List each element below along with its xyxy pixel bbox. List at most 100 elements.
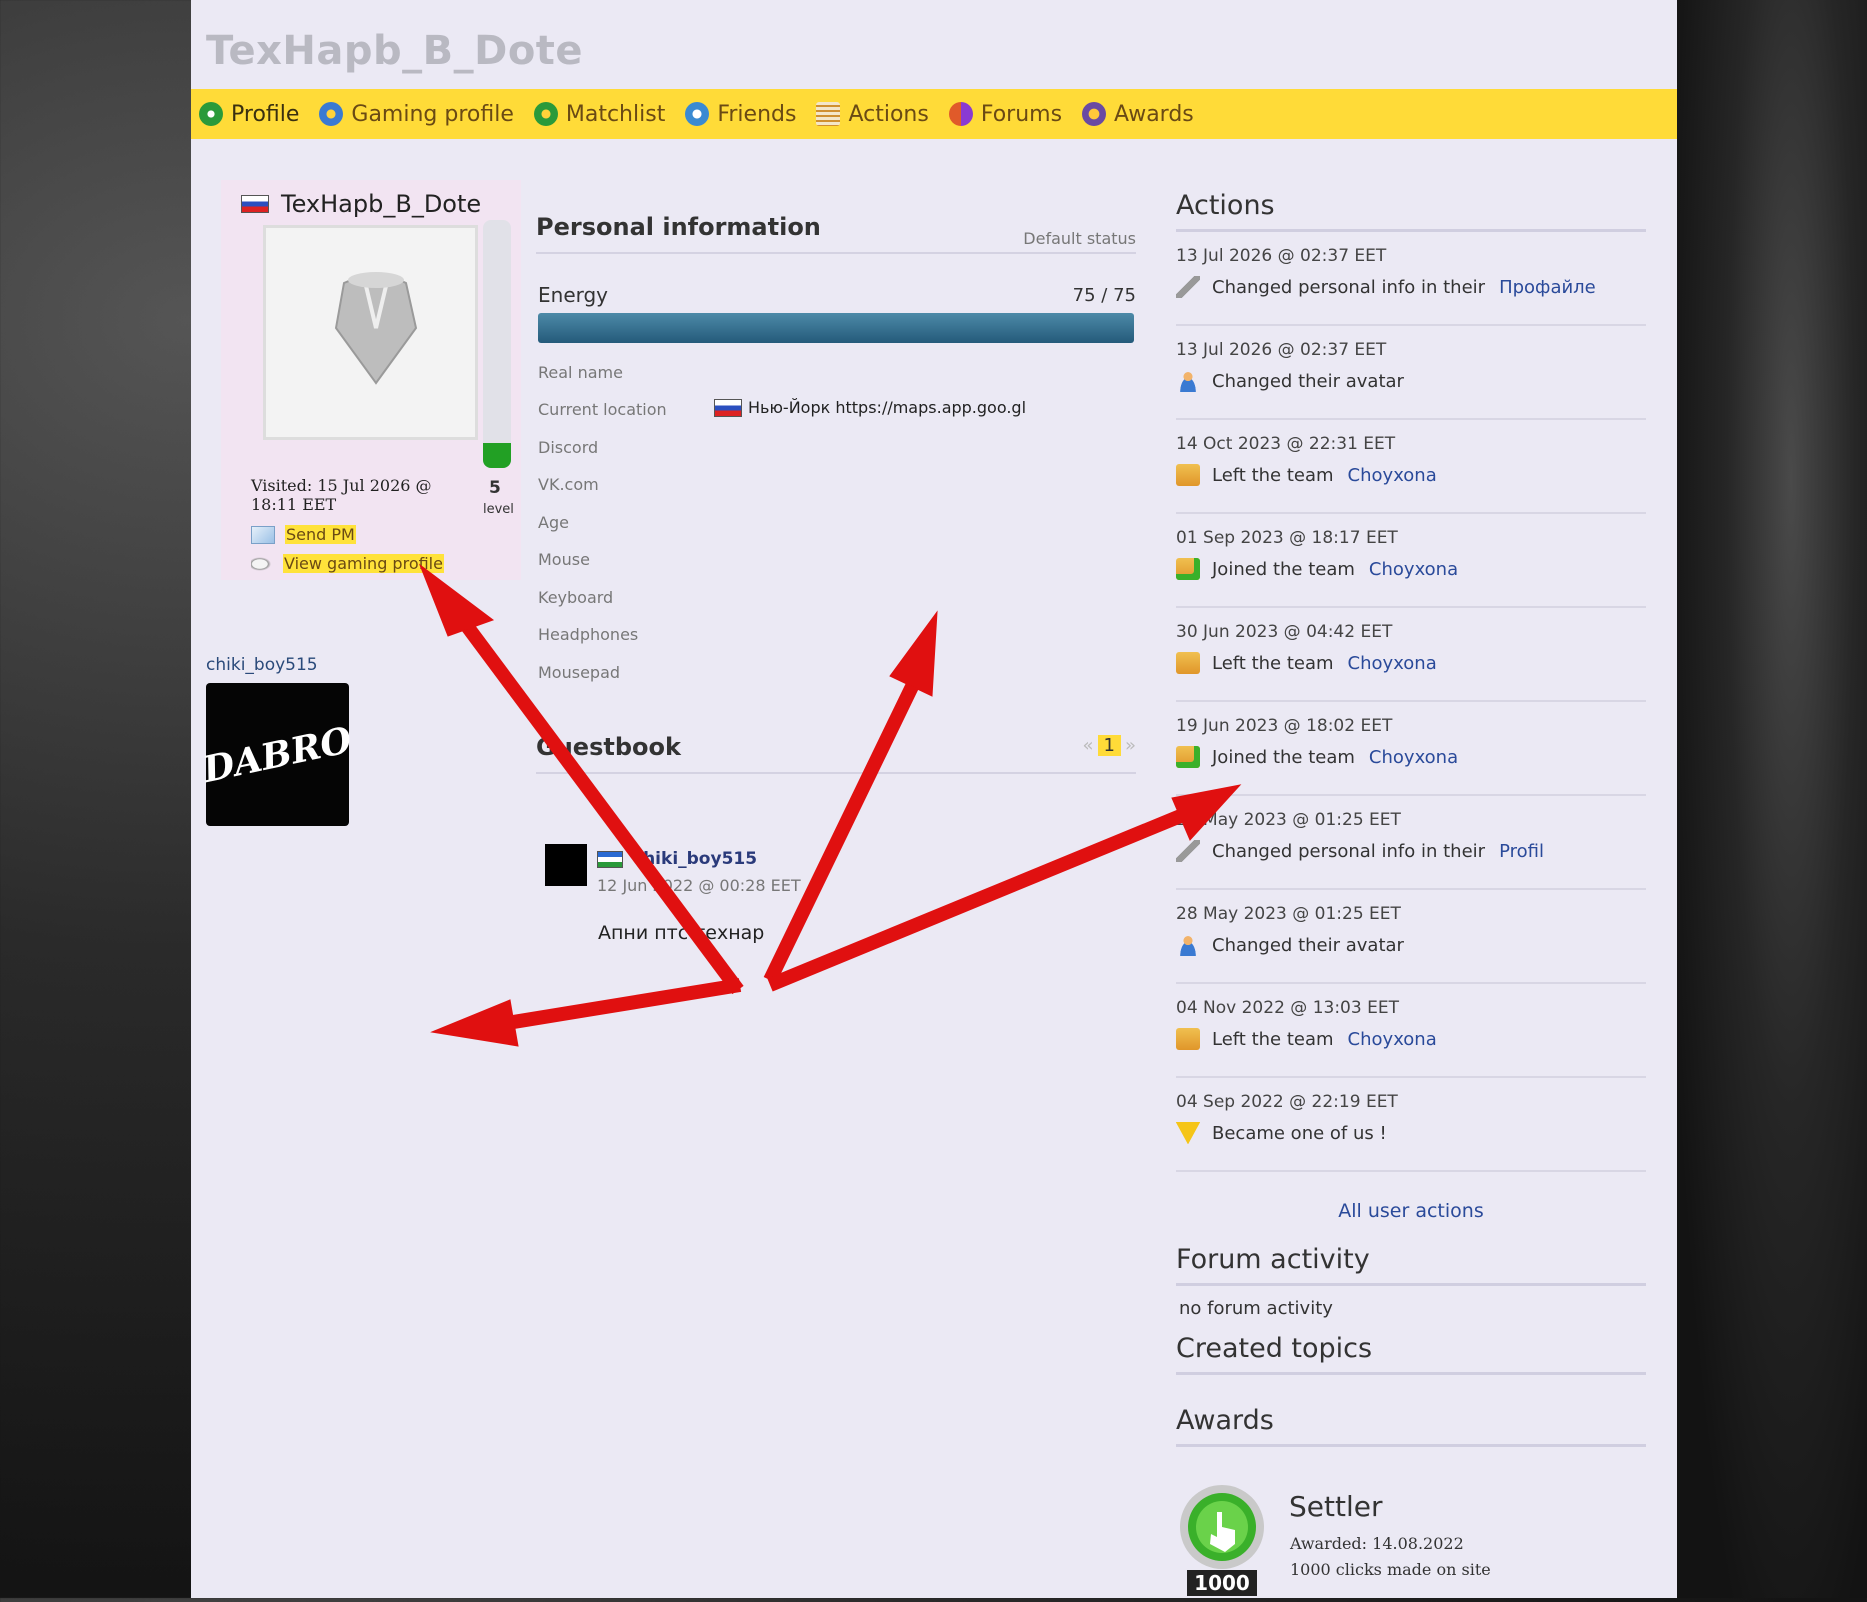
friends-icon	[685, 102, 710, 126]
nav-label: Awards	[1114, 101, 1194, 127]
warning-icon	[1176, 1122, 1200, 1144]
action-description: Changed personal info in their	[1212, 840, 1486, 862]
background-art-right	[1677, 0, 1867, 1598]
action-text: Changed personal info in their Профайле	[1176, 276, 1596, 298]
nav-label: Friends	[717, 101, 797, 127]
field-vk: VK.com	[538, 475, 599, 494]
envelope-icon	[251, 525, 275, 544]
gaming-profile-icon	[319, 102, 344, 126]
action-link[interactable]: Profil	[1499, 841, 1544, 862]
flag-icon	[241, 195, 269, 213]
right-column: Actions 13 Jul 2026 @ 02:37 EET Changed p…	[1176, 190, 1646, 1447]
action-description: Left the team	[1212, 464, 1334, 486]
action-date: 14 Oct 2023 @ 22:31 EET	[1176, 434, 1396, 454]
mouse-icon	[251, 555, 273, 572]
view-gaming-profile-link[interactable]: View gaming profile	[251, 554, 444, 573]
award-badge-number: 1000	[1194, 1571, 1250, 1595]
username-text: TexHapb_B_Dote	[281, 190, 482, 218]
guestbook-entry-user[interactable]: chiki_boy515	[597, 849, 757, 869]
action-date: 28 May 2023 @ 01:25 EET	[1176, 810, 1401, 830]
action-item: 01 Sep 2023 @ 18:17 EET Joined the team Ch…	[1176, 514, 1646, 608]
actions-title: Actions	[1176, 190, 1275, 221]
field-mouse: Mouse	[538, 550, 590, 569]
action-description: Left the team	[1212, 652, 1334, 674]
location-text: Нью-Йорк https://maps.app.goo.gl	[748, 398, 1027, 417]
action-date: 19 Jun 2023 @ 18:02 EET	[1176, 716, 1393, 736]
guestbook-pagination: « 1 »	[1083, 735, 1136, 756]
award-name: Settler	[1289, 1490, 1383, 1523]
guestbook-entry-avatar[interactable]	[545, 844, 587, 886]
action-description: Left the team	[1212, 1028, 1334, 1050]
forum-activity-header: Forum activity	[1176, 1244, 1646, 1286]
action-item: 30 Jun 2023 @ 04:42 EET Left the team Choy…	[1176, 608, 1646, 702]
energy-bar	[538, 313, 1134, 343]
action-date: 13 Jul 2026 @ 02:37 EET	[1176, 246, 1387, 266]
profile-navbar: Profile Gaming profile Matchlist Friends…	[191, 89, 1677, 139]
nav-label: Forums	[980, 101, 1063, 127]
nav-matchlist[interactable]: Matchlist	[533, 101, 666, 127]
action-link[interactable]: Профайле	[1499, 277, 1596, 298]
nav-actions[interactable]: Actions	[816, 101, 929, 127]
page-prev-button[interactable]: «	[1083, 735, 1094, 756]
awards-icon	[1082, 102, 1107, 126]
profile-card: TexHapb_B_Dote 5 level Visited: 15 Jul 2…	[221, 180, 521, 580]
nav-label: Actions	[848, 101, 929, 127]
action-item: 04 Sep 2022 @ 22:19 EET Became one of us …	[1176, 1078, 1646, 1172]
action-date: 28 May 2023 @ 01:25 EET	[1176, 904, 1401, 924]
nav-forums[interactable]: Forums	[948, 101, 1063, 127]
flag-icon	[597, 850, 623, 868]
nav-label: Gaming profile	[351, 101, 514, 127]
action-link[interactable]: Choyxona	[1348, 465, 1437, 486]
profile-username: TexHapb_B_Dote	[241, 190, 481, 218]
personal-information-section: Personal information Default status Ener…	[536, 205, 1136, 774]
wrench-icon	[1176, 840, 1200, 862]
field-keyboard: Keyboard	[538, 588, 614, 607]
nav-label: Profile	[231, 101, 300, 127]
level-progress-bar	[483, 220, 511, 468]
personal-information-title: Personal information	[536, 213, 821, 241]
action-text: Left the team Choyxona	[1176, 652, 1437, 674]
page-next-button[interactable]: »	[1125, 735, 1136, 756]
field-headphones: Headphones	[538, 625, 639, 644]
nav-friends[interactable]: Friends	[685, 102, 796, 127]
send-pm-label: Send PM	[285, 525, 356, 544]
current-location-value: Нью-Йорк https://maps.app.goo.gl	[714, 398, 1026, 417]
action-description: Joined the team	[1212, 746, 1355, 768]
team-leave-icon	[1176, 652, 1200, 674]
guestbook-entry-date: 12 Jun 2022 @ 00:28 EET	[597, 876, 801, 895]
action-link[interactable]: Choyxona	[1369, 747, 1458, 768]
level-number: 5	[489, 478, 501, 498]
actions-icon	[816, 102, 841, 126]
awards-title: Awards	[1176, 1405, 1274, 1436]
nav-profile[interactable]: Profile	[199, 102, 299, 127]
send-pm-link[interactable]: Send PM	[251, 525, 356, 544]
nav-awards[interactable]: Awards	[1082, 102, 1194, 127]
action-text: Joined the team Choyxona	[1176, 746, 1458, 768]
guestbook-entry-text: Апни птс технар	[598, 922, 765, 944]
friend-avatar-logo: DABRO	[199, 718, 356, 791]
nav-label: Matchlist	[565, 101, 666, 127]
nav-gaming-profile[interactable]: Gaming profile	[319, 101, 514, 127]
created-topics-title: Created topics	[1176, 1333, 1373, 1364]
flag-icon	[714, 398, 742, 417]
friend-avatar[interactable]: DABRO	[199, 683, 356, 826]
action-link[interactable]: Choyxona	[1348, 653, 1437, 674]
user-icon	[1176, 934, 1200, 956]
all-user-actions-link[interactable]: All user actions	[1176, 1200, 1646, 1222]
actions-header: Actions	[1176, 190, 1646, 232]
action-date: 13 Jul 2026 @ 02:37 EET	[1176, 340, 1387, 360]
action-date: 01 Sep 2023 @ 18:17 EET	[1176, 528, 1398, 548]
guestbook-title: Guestbook	[536, 733, 681, 761]
team-leave-icon	[1176, 1028, 1200, 1050]
field-real-name: Real name	[538, 363, 623, 382]
action-text: Joined the team Choyxona	[1176, 558, 1458, 580]
friend-name-link[interactable]: chiki_boy515	[206, 655, 318, 675]
team-leave-icon	[1176, 464, 1200, 486]
action-link[interactable]: Choyxona	[1369, 559, 1458, 580]
action-date: 30 Jun 2023 @ 04:42 EET	[1176, 622, 1393, 642]
page-1-button[interactable]: 1	[1097, 735, 1121, 756]
matchlist-icon	[533, 102, 558, 126]
action-link[interactable]: Choyxona	[1348, 1029, 1437, 1050]
action-text: Changed personal info in their Profil	[1176, 840, 1544, 862]
award-badge[interactable]: 1000	[1177, 1482, 1267, 1598]
